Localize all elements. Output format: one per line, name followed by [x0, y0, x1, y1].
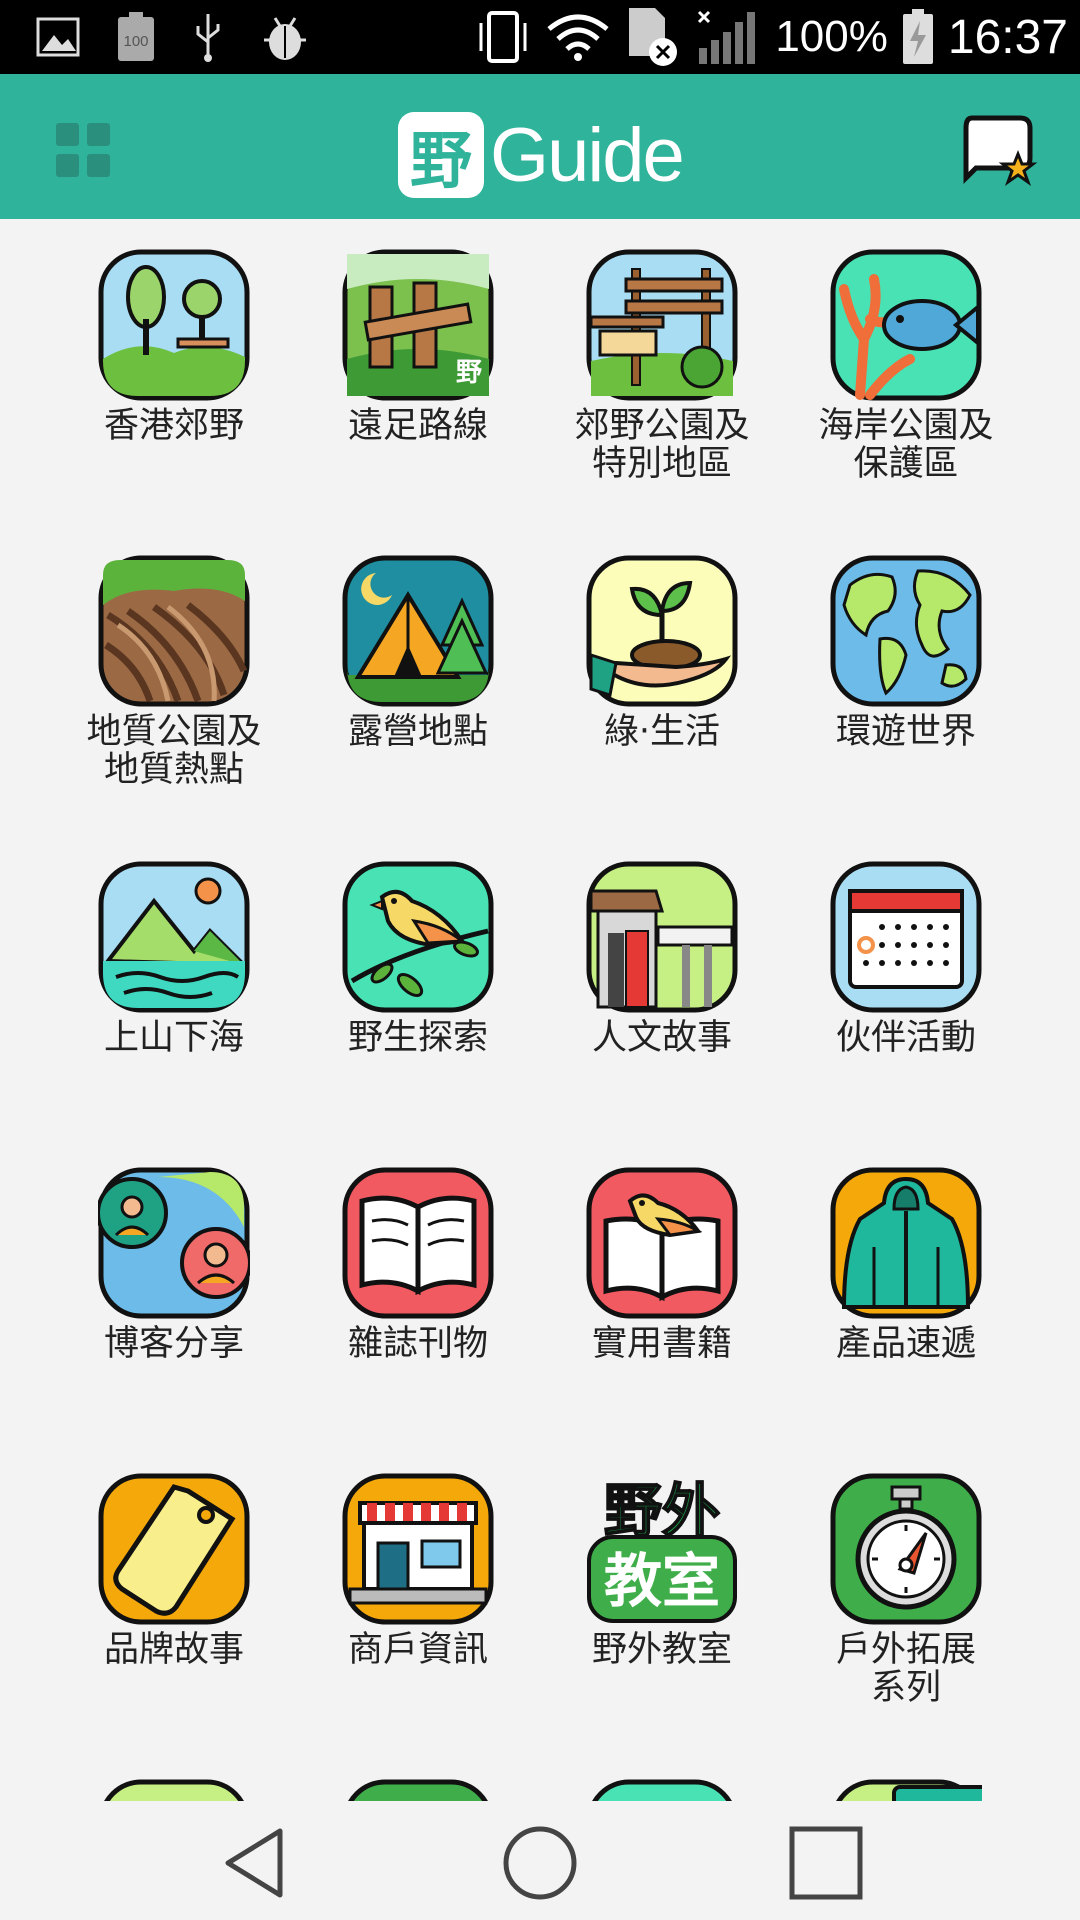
blogger-share-icon: [98, 1167, 250, 1319]
grid-item-label: 商戶資訊: [347, 1630, 488, 1670]
grid-item-geoparks[interactable]: 地質公園及 地質熱點: [52, 555, 296, 789]
battery-charging-icon: [902, 9, 933, 64]
grid-item-product-express[interactable]: 產品速遞: [784, 1167, 1028, 1363]
grid-item-label: 地質公園及 地質熱點: [86, 712, 262, 790]
partial-row-icon: [592, 1779, 732, 1801]
grid-item-country-parks[interactable]: 郊野公園及 特別地區: [540, 249, 784, 483]
grid-item-label: 遠足路線: [347, 406, 488, 446]
sprout-hand-icon: [586, 555, 738, 707]
grid-item-green-living[interactable]: 綠‧生活: [540, 555, 784, 751]
grid-item-brand-stories[interactable]: 品牌故事: [52, 1473, 296, 1669]
favorites-chat-star-icon[interactable]: [962, 114, 1040, 192]
grid-item-label: 香港郊野: [103, 406, 244, 446]
grid-item-partial[interactable]: [296, 1779, 540, 1801]
grid-item-label: 產品速遞: [835, 1324, 976, 1364]
app-logo: 野 Guide: [398, 112, 685, 198]
partial-row-icon: [836, 1779, 982, 1801]
park-bench-icon: [586, 249, 738, 401]
globe-icon: [830, 555, 982, 707]
grid-item-label: 伙伴活動: [835, 1018, 976, 1058]
shop-store-icon: [342, 1473, 494, 1625]
svg-text:100: 100: [123, 33, 148, 50]
grid-item-label: 野生探索: [347, 1018, 488, 1058]
outdoor-classroom-icon: 野外 教室: [587, 1476, 737, 1623]
gallery-icon: [36, 17, 80, 57]
grid-item-label: 海岸公園及 保護區: [818, 406, 994, 484]
logo-badge: 野: [398, 112, 484, 198]
marine-fish-coral-icon: [830, 249, 982, 401]
brand-tag-icon: [98, 1473, 250, 1625]
grid-item-partial[interactable]: [784, 1779, 1028, 1801]
partial-row-icon: [348, 1779, 488, 1801]
grid-item-practical-books[interactable]: 實用書籍: [540, 1167, 784, 1363]
svg-text:教室: 教室: [604, 1547, 720, 1615]
grid-item-world-travel[interactable]: 環遊世界: [784, 555, 1028, 751]
wifi-icon: [547, 14, 609, 61]
country-park-icon: [98, 249, 250, 401]
status-bar: 100 100% 16:37: [0, 0, 1080, 74]
grid-item-marine-parks[interactable]: 海岸公園及 保護區: [784, 249, 1028, 483]
partial-row-icon: [104, 1779, 244, 1801]
jacket-product-icon: [830, 1167, 982, 1319]
mountain-sea-icon: [98, 861, 250, 1013]
wild-bird-icon: [342, 861, 494, 1013]
practical-book-bird-icon: [586, 1167, 738, 1319]
grid-item-partner-events[interactable]: 伙伴活動: [784, 861, 1028, 1057]
vibrate-icon: [479, 11, 527, 63]
recents-icon[interactable]: [786, 1823, 866, 1903]
grid-item-partial[interactable]: [540, 1779, 784, 1801]
sim-disabled-icon: [629, 8, 678, 66]
back-icon[interactable]: [216, 1823, 296, 1903]
grid-menu-icon[interactable]: [56, 123, 110, 177]
grid-item-label: 綠‧生活: [603, 712, 721, 752]
grid-item-label: 人文故事: [591, 1018, 732, 1058]
usb-icon: [196, 14, 220, 62]
calendar-icon: [830, 861, 982, 1013]
grid-item-label: 博客分享: [103, 1324, 244, 1364]
grid-item-label: 上山下海: [103, 1018, 244, 1058]
system-nav-bar: [0, 1801, 1080, 1920]
camping-tent-icon: [342, 555, 494, 707]
svg-text:野: 野: [456, 358, 482, 388]
stopwatch-icon: [830, 1473, 982, 1625]
grid-item-blogger-share[interactable]: 博客分享: [52, 1167, 296, 1363]
svg-text:野外: 野外: [604, 1477, 720, 1545]
grid-item-label: 雜誌刊物: [347, 1324, 488, 1364]
debug-icon: [264, 17, 306, 60]
grid-item-partial[interactable]: [52, 1779, 296, 1801]
magazine-book-icon: [342, 1167, 494, 1319]
grid-item-hk-countryside[interactable]: 香港郊野: [52, 249, 296, 445]
clock: 16:37: [947, 10, 1068, 64]
grid-item-outdoor-expansion[interactable]: 戶外拓展 系列: [784, 1473, 1028, 1707]
grid-item-outdoor-classroom[interactable]: 野外 教室 野外教室: [540, 1473, 784, 1669]
grid-item-hiking-trails[interactable]: 野 遠足路線: [296, 249, 540, 445]
grid-item-merchant-info[interactable]: 商戶資訊: [296, 1473, 540, 1669]
signal-icon: [698, 10, 756, 64]
logo-word: Guide: [490, 112, 685, 198]
category-grid: 香港郊野 野 遠足路線 郊野公園及 特別地區 海岸公園及 保護區 地質公園及 地…: [0, 219, 1080, 1801]
battery-percent: 100%: [775, 12, 888, 61]
grid-item-wildlife[interactable]: 野生探索: [296, 861, 540, 1057]
grid-item-magazines[interactable]: 雜誌刊物: [296, 1167, 540, 1363]
grid-item-mountain-sea[interactable]: 上山下海: [52, 861, 296, 1057]
grid-item-label: 實用書籍: [591, 1324, 732, 1364]
grid-item-label: 露營地點: [347, 712, 488, 752]
grid-item-label: 野外教室: [591, 1630, 732, 1670]
grid-item-label: 品牌故事: [103, 1630, 244, 1670]
heritage-building-icon: [586, 861, 738, 1013]
grid-item-label: 戶外拓展 系列: [835, 1630, 976, 1708]
grid-item-culture-stories[interactable]: 人文故事: [540, 861, 784, 1057]
home-icon[interactable]: [500, 1823, 580, 1903]
hiking-trail-sign-icon: 野: [342, 249, 494, 401]
geopark-rock-icon: [98, 555, 250, 707]
grid-item-label: 環遊世界: [835, 712, 976, 752]
grid-item-label: 郊野公園及 特別地區: [574, 406, 750, 484]
battery-saver-icon: 100: [118, 12, 154, 61]
app-header: 野 Guide: [0, 74, 1080, 219]
grid-item-camping-sites[interactable]: 露營地點: [296, 555, 540, 751]
